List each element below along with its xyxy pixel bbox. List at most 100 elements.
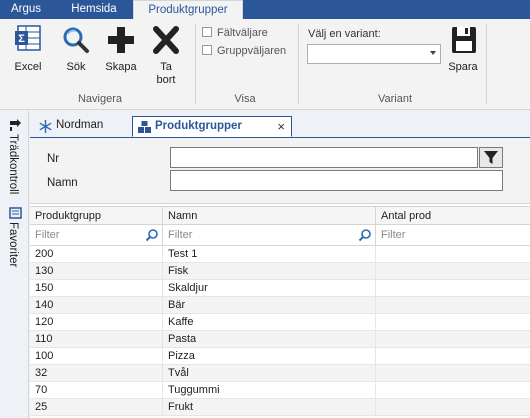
delete-label-line1: Ta: [160, 61, 172, 73]
search-button[interactable]: Sök: [58, 23, 94, 74]
create-label: Skapa: [105, 61, 137, 73]
cell-group: 110: [30, 331, 163, 347]
save-button[interactable]: Spara: [446, 23, 480, 74]
cell-group: 120: [30, 314, 163, 330]
search-icon: [63, 27, 89, 53]
cell-name: Frukt: [163, 399, 376, 415]
column-header-namn[interactable]: Namn: [163, 207, 376, 224]
delete-button[interactable]: Ta bort: [148, 23, 184, 87]
delete-icon: [153, 26, 179, 54]
table-row[interactable]: 130 Fisk: [30, 263, 530, 280]
cell-group: 150: [30, 280, 163, 296]
cell-group: 32: [30, 365, 163, 381]
cell-count: [376, 382, 530, 398]
filter-input-namn[interactable]: Filter: [163, 225, 376, 245]
filter-placeholder: Filter: [381, 229, 406, 241]
save-label: Spara: [448, 61, 478, 73]
cell-count: [376, 331, 530, 347]
cell-count: [376, 246, 530, 262]
name-input[interactable]: [170, 170, 503, 191]
plus-icon: [108, 27, 134, 53]
chevron-down-icon[interactable]: [430, 51, 436, 55]
tree-icon[interactable]: [9, 119, 22, 131]
cell-name: Kaffe: [163, 314, 376, 330]
table-row[interactable]: 110 Pasta: [30, 331, 530, 348]
cell-count: [376, 297, 530, 313]
filter-input-antal-prod[interactable]: Filter: [376, 225, 530, 245]
cell-name: Bär: [163, 297, 376, 313]
cell-group: 25: [30, 399, 163, 415]
search-label: Sök: [66, 61, 86, 73]
group-label-show: Visa: [234, 93, 256, 105]
grid-rows: 200 Test 1 130 Fisk 150 Skaldjur 140 Bär 120…: [30, 246, 530, 416]
table-row[interactable]: 100 Pizza: [30, 348, 530, 365]
excel-button[interactable]: Σ Excel: [8, 23, 48, 74]
cell-count: [376, 365, 530, 381]
search-icon[interactable]: [358, 228, 372, 242]
filter-row: Filter Filter Filter: [30, 225, 530, 246]
cell-name: Tvål: [163, 365, 376, 381]
variant-select[interactable]: [307, 44, 441, 64]
snowflake-icon: [39, 120, 52, 133]
cell-count: [376, 399, 530, 415]
doc-tab-label: Nordman: [56, 119, 104, 131]
group-separator: [298, 24, 299, 104]
tab-produktgrupper[interactable]: Produktgrupper: [133, 0, 243, 20]
cell-count: [376, 314, 530, 330]
content-panel: Nr Namn Produktgrupp Namn Antal prod Fil…: [30, 137, 530, 418]
save-icon: [452, 27, 476, 53]
group-label-navigate: Navigera: [77, 93, 123, 105]
document-tab-bar: Nordman Produktgrupper ×: [30, 111, 530, 137]
search-form: Nr Namn: [30, 138, 530, 204]
filter-placeholder: Filter: [168, 229, 193, 241]
doc-tab-label: Produktgrupper: [155, 120, 242, 132]
ribbon-tab-bar: Argus Hemsida Produktgrupper: [0, 0, 530, 20]
favorites-icon[interactable]: [9, 207, 22, 219]
side-item-tree-control[interactable]: Trädkontroll: [7, 134, 19, 194]
nr-input[interactable]: [170, 147, 478, 168]
field-selector-checkbox[interactable]: Fältväljare: [202, 27, 268, 39]
tab-argus[interactable]: Argus: [0, 0, 52, 19]
checkbox-box[interactable]: [202, 45, 212, 55]
table-row[interactable]: 25 Frukt: [30, 399, 530, 416]
column-header-antal-prod[interactable]: Antal prod: [376, 207, 530, 224]
table-row[interactable]: 120 Kaffe: [30, 314, 530, 331]
checkbox-box[interactable]: [202, 27, 212, 37]
table-row[interactable]: 32 Tvål: [30, 365, 530, 382]
name-label: Namn: [47, 177, 78, 189]
group-separator: [486, 24, 487, 104]
variant-label: Välj en variant:: [308, 28, 381, 40]
doc-tab-nordman[interactable]: Nordman: [34, 116, 130, 137]
funnel-icon: [484, 151, 498, 164]
cell-count: [376, 263, 530, 279]
cell-group: 100: [30, 348, 163, 364]
filter-placeholder: Filter: [35, 229, 60, 241]
create-button[interactable]: Skapa: [103, 23, 139, 74]
nr-label: Nr: [47, 153, 60, 165]
side-item-favorites[interactable]: Favoriter: [7, 222, 19, 267]
table-row[interactable]: 200 Test 1: [30, 246, 530, 263]
table-row[interactable]: 140 Bär: [30, 297, 530, 314]
cell-group: 140: [30, 297, 163, 313]
side-panel: Trädkontroll Favoriter: [0, 111, 29, 418]
tab-hemsida[interactable]: Hemsida: [58, 0, 130, 19]
cell-name: Test 1: [163, 246, 376, 262]
table-row[interactable]: 70 Tuggummi: [30, 382, 530, 399]
product-groups-icon: [138, 121, 151, 133]
group-selector-label: Gruppväljaren: [217, 45, 287, 57]
excel-icon: Σ: [15, 25, 41, 51]
close-icon[interactable]: ×: [277, 117, 285, 136]
column-header-produktgrupp[interactable]: Produktgrupp: [30, 207, 163, 224]
delete-label-line2: bort: [156, 74, 176, 86]
cell-count: [376, 348, 530, 364]
group-selector-checkbox[interactable]: Gruppväljaren: [202, 45, 286, 57]
table-row[interactable]: 150 Skaldjur: [30, 280, 530, 297]
filter-button[interactable]: [479, 147, 503, 168]
search-icon[interactable]: [145, 228, 159, 242]
field-selector-label: Fältväljare: [217, 27, 268, 39]
filter-input-produktgrupp[interactable]: Filter: [30, 225, 163, 245]
group-label-variant: Variant: [377, 93, 413, 105]
group-separator: [195, 24, 196, 104]
grid-header: Produktgrupp Namn Antal prod: [30, 206, 530, 225]
doc-tab-produktgrupper[interactable]: Produktgrupper ×: [132, 116, 292, 137]
